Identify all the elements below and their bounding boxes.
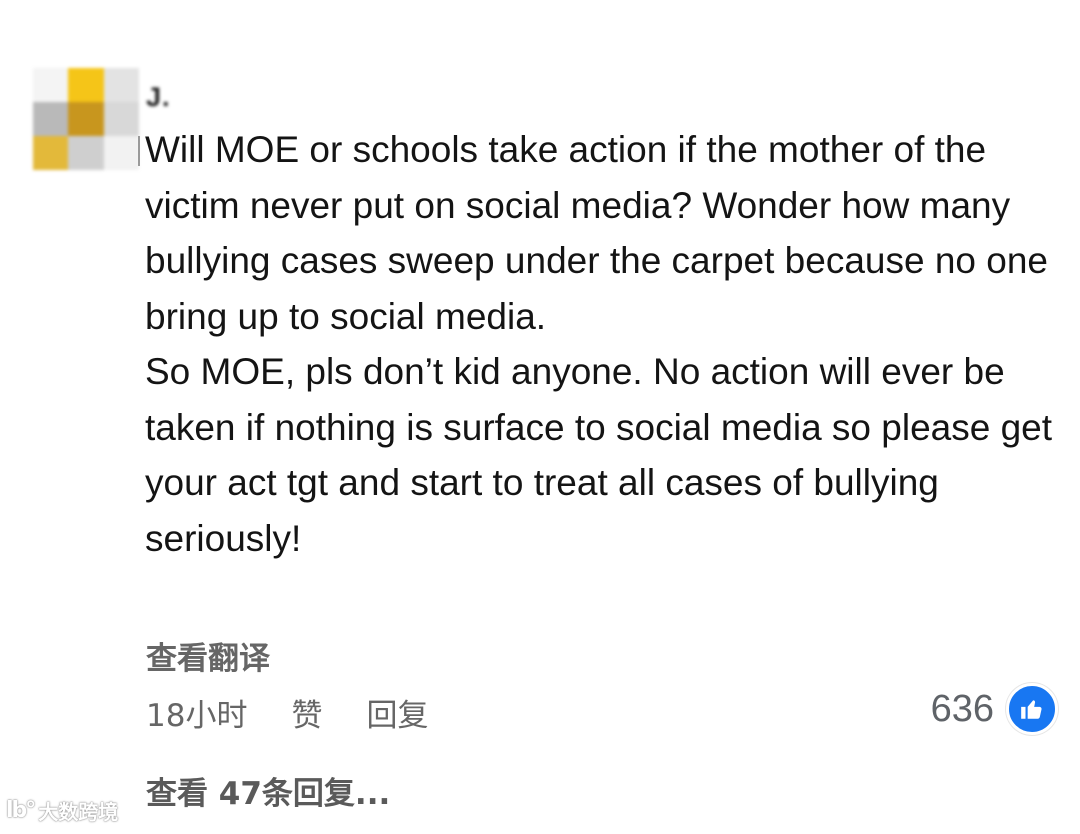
timestamp: 18小时	[146, 698, 248, 734]
view-replies-link[interactable]: 查看 47条回复...	[146, 768, 390, 813]
reaction-count: 636	[930, 687, 994, 730]
comment-body: Will MOE or schools take action if the m…	[145, 122, 1060, 566]
comment-card: J. Will MOE or schools take action if th…	[0, 0, 1080, 834]
like-button[interactable]: 赞	[291, 690, 322, 735]
watermark-logo-icon: lb°	[6, 798, 36, 823]
reaction-summary[interactable]: 636	[931, 683, 1058, 735]
comment-actions: 18小时 赞 回复	[146, 690, 428, 735]
translate-link[interactable]: 查看翻译	[146, 633, 270, 678]
reply-button[interactable]: 回复	[366, 690, 428, 735]
watermark-text: 大数跨境	[38, 800, 119, 824]
watermark: lb° 大数跨境	[6, 796, 118, 825]
thumbs-up-icon	[1006, 683, 1058, 735]
avatar[interactable]	[33, 68, 139, 170]
comment-paragraph: Will MOE or schools take action if the m…	[145, 129, 1048, 337]
author-name[interactable]: J.	[146, 82, 171, 113]
comment-paragraph: So MOE, pls don’t kid anyone. No action …	[145, 351, 1053, 559]
text-cursor	[138, 136, 140, 166]
